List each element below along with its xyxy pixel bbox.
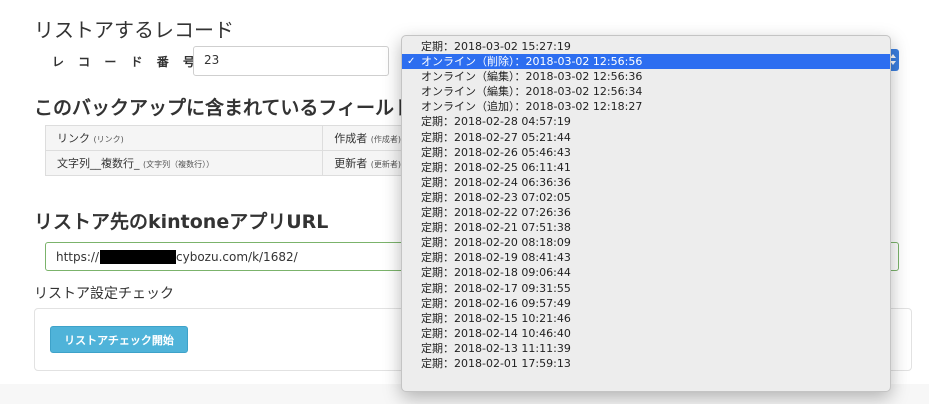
dropdown-option-label: オンライン（編集）：2018-03-02 12:56:34	[421, 85, 643, 99]
dropdown-option-label: 定期：2018-02-15 10:21:46	[421, 311, 571, 325]
dropdown-option-label: 定期：2018-02-27 05:21:44	[421, 130, 571, 144]
dropdown-option-label: オンライン（削除）：2018-03-02 12:56:56	[421, 55, 643, 69]
fields-heading: このバックアップに含まれているフィールド	[34, 97, 402, 119]
dropdown-option-label: オンライン（追加）：2018-03-02 12:18:27	[421, 100, 643, 114]
dropdown-option-label: 定期：2018-02-25 06:11:41	[421, 160, 571, 174]
dropdown-option-label: 定期：2018-02-23 07:02:05	[421, 190, 571, 204]
dropdown-option-label: 定期：2018-02-24 06:36:36	[421, 175, 571, 189]
field-name: 作成者	[334, 132, 368, 145]
dropdown-option[interactable]: 定期：2018-02-15 10:21:46	[402, 311, 890, 326]
dropdown-option-label: 定期：2018-02-01 17:59:13	[421, 356, 571, 370]
field-cell: 文字列__複数行_ (文字列（複数行））	[44, 150, 324, 176]
dropdown-option[interactable]: 定期：2018-02-01 17:59:13	[402, 356, 890, 371]
record-number-input[interactable]: 23	[193, 46, 389, 76]
dropdown-option[interactable]: 定期：2018-02-23 07:02:05	[402, 190, 890, 205]
dropdown-option-label: 定期：2018-02-21 07:51:38	[421, 221, 571, 235]
field-name: 文字列__複数行_	[57, 157, 140, 170]
start-restore-check-button[interactable]: リストアチェック開始	[50, 326, 188, 353]
dropdown-option[interactable]: 定期：2018-02-22 07:26:36	[402, 205, 890, 220]
restore-record-heading: リストアするレコード	[34, 18, 234, 42]
dropdown-option[interactable]: オンライン（編集）：2018-03-02 12:56:36	[402, 69, 890, 84]
backup-select-dropdown[interactable]: 定期：2018-03-02 15:27:19 ✓ オンライン（削除）：2018-03…	[401, 35, 891, 392]
restore-url-heading: リストア先のkintoneアプリURL	[34, 211, 329, 233]
dropdown-option[interactable]: 定期：2018-02-24 06:36:36	[402, 175, 890, 190]
dropdown-option-label: 定期：2018-02-26 05:46:43	[421, 145, 571, 159]
dropdown-option[interactable]: オンライン（編集）：2018-03-02 12:56:34	[402, 84, 890, 99]
dropdown-option-label: 定期：2018-02-14 10:46:40	[421, 326, 571, 340]
dropdown-option[interactable]: 定期：2018-02-16 09:57:49	[402, 296, 890, 311]
dropdown-option-label: 定期：2018-02-28 04:57:19	[421, 115, 571, 129]
dropdown-option[interactable]: 定期：2018-02-17 09:31:55	[402, 281, 890, 296]
fields-table: リンク (リンク) 作成者 (作成者) 文字列__複数行_ (文字列（複数行））…	[44, 125, 402, 176]
restore-check-heading: リストア設定チェック	[34, 286, 174, 302]
field-type: (リンク)	[93, 135, 124, 144]
table-row: リンク (リンク) 作成者 (作成者)	[44, 125, 402, 151]
dropdown-option-label: 定期：2018-02-16 09:57:49	[421, 296, 571, 310]
dropdown-option[interactable]: 定期：2018-02-21 07:51:38	[402, 220, 890, 235]
dropdown-option[interactable]: 定期：2018-02-14 10:46:40	[402, 326, 890, 341]
field-type: (更新者)	[370, 160, 401, 169]
dropdown-option-label: 定期：2018-02-19 08:41:43	[421, 251, 571, 265]
dropdown-option[interactable]: オンライン（追加）：2018-03-02 12:18:27	[402, 99, 890, 114]
checkmark-icon: ✓	[407, 56, 416, 68]
dropdown-option-label: 定期：2018-02-13 11:11:39	[421, 341, 571, 355]
dropdown-option-label: 定期：2018-02-18 09:06:44	[421, 266, 571, 280]
dropdown-option[interactable]: 定期：2018-02-28 04:57:19	[402, 114, 890, 129]
url-prefix: https://	[56, 249, 100, 264]
field-name: 更新者	[334, 157, 368, 170]
field-type: (文字列（複数行））	[143, 160, 215, 169]
url-suffix: cybozu.com/k/1682/	[176, 249, 298, 264]
field-cell: 更新者 (更新者)	[322, 150, 402, 176]
dropdown-option[interactable]: 定期：2018-02-27 05:21:44	[402, 130, 890, 145]
redaction-bar	[100, 249, 177, 264]
field-type: (作成者)	[370, 135, 401, 144]
dropdown-option-label: 定期：2018-02-20 08:18:09	[421, 236, 571, 250]
dropdown-option[interactable]: 定期：2018-02-25 06:11:41	[402, 160, 890, 175]
table-row: 文字列__複数行_ (文字列（複数行）） 更新者 (更新者)	[44, 150, 402, 176]
dropdown-option[interactable]: 定期：2018-02-20 08:18:09	[402, 235, 890, 250]
field-cell: リンク (リンク)	[44, 125, 324, 151]
dropdown-option-label: 定期：2018-02-22 07:26:36	[421, 206, 571, 220]
dropdown-option[interactable]: 定期：2018-02-26 05:46:43	[402, 145, 890, 160]
field-name: リンク	[57, 132, 90, 145]
field-cell: 作成者 (作成者)	[322, 125, 402, 151]
dropdown-option[interactable]: ✓ オンライン（削除）：2018-03-02 12:56:56	[402, 54, 890, 70]
dropdown-option[interactable]: 定期：2018-02-13 11:11:39	[402, 341, 890, 356]
dropdown-option[interactable]: 定期：2018-03-02 15:27:19	[402, 39, 890, 54]
dropdown-option-label: 定期：2018-02-17 09:31:55	[421, 281, 571, 295]
dropdown-option-label: オンライン（編集）：2018-03-02 12:56:36	[421, 70, 643, 84]
dropdown-option-label: 定期：2018-03-02 15:27:19	[421, 40, 571, 53]
dropdown-option[interactable]: 定期：2018-02-18 09:06:44	[402, 265, 890, 280]
dropdown-option[interactable]: 定期：2018-02-19 08:41:43	[402, 250, 890, 265]
